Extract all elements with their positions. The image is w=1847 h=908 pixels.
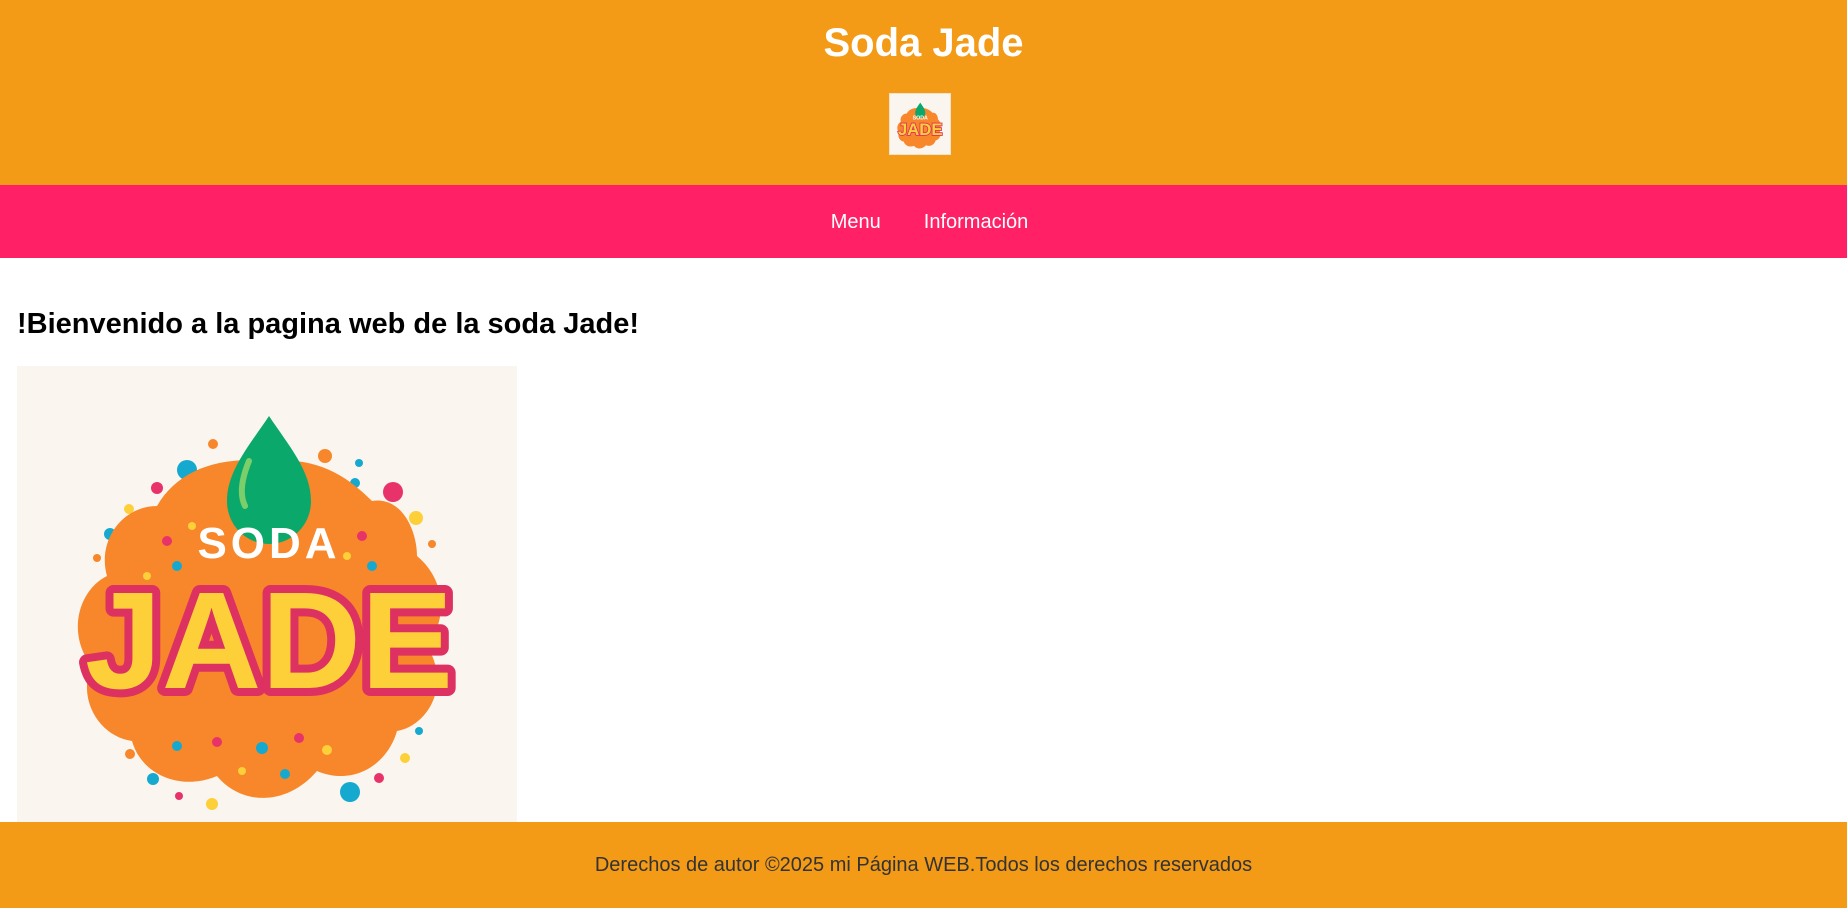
logo-text-soda: SODA [197, 519, 340, 568]
site-header: Soda Jade SODA JADE [0, 0, 1847, 185]
hero-image: SODA JADE [17, 366, 517, 822]
site-title: Soda Jade [823, 21, 1024, 65]
nav-link-informacion[interactable]: Información [912, 210, 1029, 234]
soda-jade-logo-icon: SODA JADE [897, 102, 943, 149]
nav-link-menu[interactable]: Menu [819, 210, 881, 234]
site-footer: Derechos de autor ©2025 mi Página WEB.To… [0, 822, 1847, 908]
footer-copyright: Derechos de autor ©2025 mi Página WEB.To… [594, 854, 1253, 876]
header-logo: SODA JADE [889, 93, 951, 155]
logo-text-jade: JADE [85, 564, 453, 718]
soda-jade-logo-icon: SODA JADE [77, 416, 461, 810]
svg-text:JADE: JADE [898, 120, 943, 139]
main-nav: Menu Información [0, 185, 1847, 258]
page-heading: !Bienvenido a la pagina web de la soda J… [17, 308, 640, 340]
